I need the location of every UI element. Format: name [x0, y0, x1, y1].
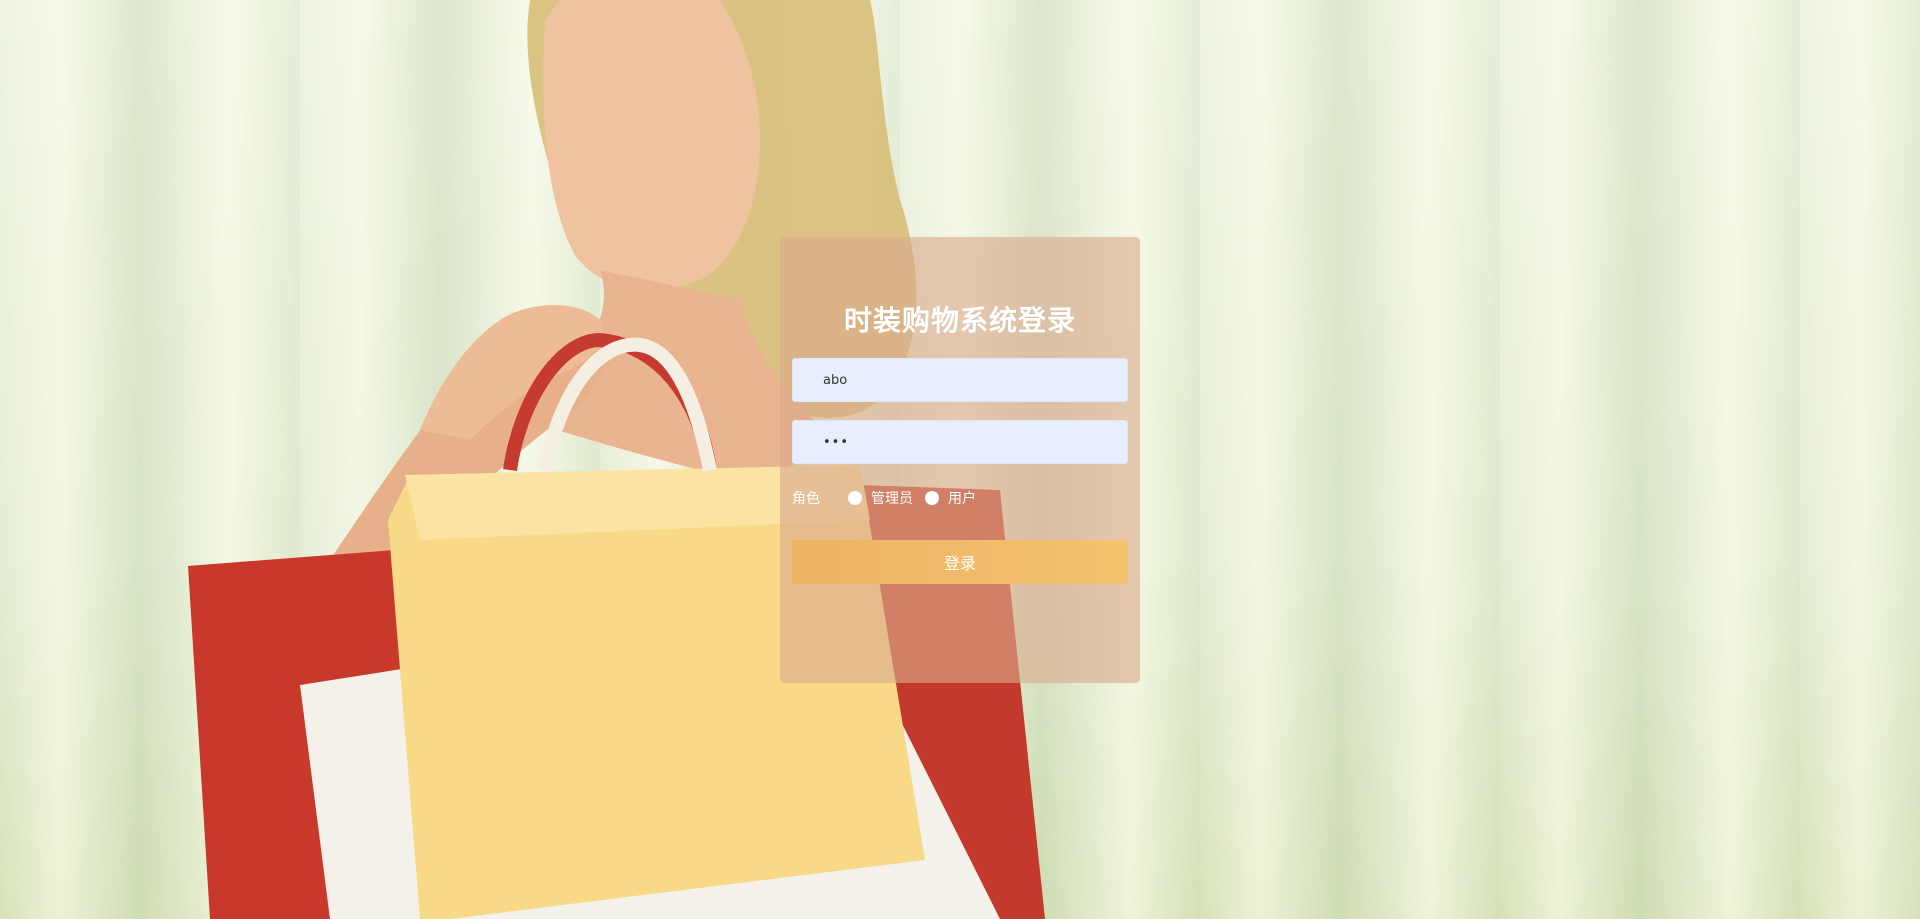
- login-button[interactable]: 登录: [792, 540, 1128, 584]
- radio-button-admin[interactable]: [848, 491, 862, 505]
- login-page: 时装购物系统登录 角色 管理员 用户 登录: [0, 0, 1920, 919]
- role-option-admin[interactable]: 管理员: [848, 488, 913, 508]
- role-option-user[interactable]: 用户: [925, 488, 976, 508]
- username-input[interactable]: [792, 358, 1128, 402]
- password-input[interactable]: [792, 420, 1128, 464]
- role-option-admin-label: 管理员: [871, 491, 913, 507]
- login-card: 时装购物系统登录 角色 管理员 用户 登录: [780, 237, 1140, 683]
- login-title: 时装购物系统登录: [843, 304, 1076, 337]
- role-label: 角色: [792, 491, 820, 507]
- role-option-user-label: 用户: [948, 491, 976, 507]
- radio-button-user[interactable]: [925, 491, 939, 505]
- role-selector: 角色 管理员 用户: [792, 488, 1128, 508]
